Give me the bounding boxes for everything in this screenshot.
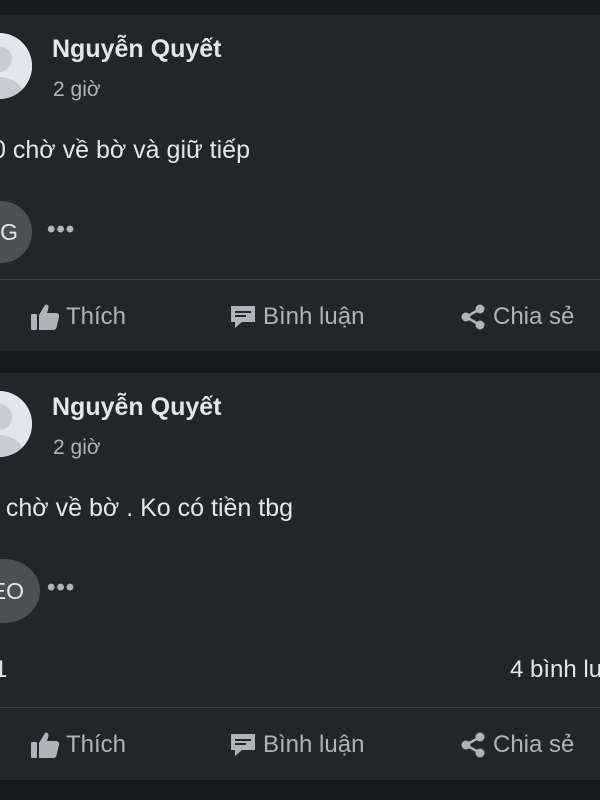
comment-bubble-icon — [231, 306, 255, 328]
reaction-count[interactable]: 1 — [0, 656, 7, 684]
action-bar: Thích Bình luận Chia sẻ — [0, 715, 600, 775]
author-name[interactable]: Nguyễn Quyết — [52, 393, 221, 422]
more-dots-icon[interactable]: ••• — [47, 216, 75, 244]
share-label: Chia sẻ — [493, 303, 575, 330]
post-time[interactable]: 2 giờ — [53, 436, 101, 460]
thumbs-up-icon — [31, 732, 60, 758]
like-button[interactable]: Thích — [30, 715, 126, 775]
comment-button[interactable]: Bình luận — [229, 715, 364, 775]
author-avatar[interactable] — [0, 391, 32, 457]
like-button[interactable]: Thích — [30, 287, 126, 347]
author-name[interactable]: Nguyễn Quyết — [52, 35, 221, 64]
share-icon — [461, 732, 485, 758]
reaction-user-chip[interactable]: G — [0, 201, 32, 263]
default-avatar-icon — [0, 33, 32, 99]
share-icon — [461, 304, 485, 330]
post-text: , chờ về bờ . Ko có tiền tbg — [0, 494, 294, 522]
like-label: Thích — [66, 303, 127, 330]
share-button[interactable]: Chia sẻ — [459, 715, 574, 775]
thumbs-up-icon — [31, 304, 60, 330]
default-avatar-icon — [0, 391, 32, 457]
news-feed: Nguyễn Quyết 2 giờ 0 chờ về bờ và giữ ti… — [0, 0, 600, 800]
post-card: Nguyễn Quyết 2 giờ 0 chờ về bờ và giữ ti… — [0, 15, 600, 351]
reaction-user-chip[interactable]: EO — [0, 559, 40, 623]
comment-bubble-icon — [231, 734, 255, 756]
divider — [0, 707, 600, 708]
post-text: 0 chờ về bờ và giữ tiếp — [0, 136, 250, 164]
like-label: Thích — [66, 731, 127, 758]
author-avatar[interactable] — [0, 33, 32, 99]
post-time[interactable]: 2 giờ — [53, 78, 101, 102]
comment-label: Bình luận — [263, 303, 365, 330]
post-card: Nguyễn Quyết 2 giờ , chờ về bờ . Ko có t… — [0, 373, 600, 780]
comment-count[interactable]: 4 bình lu — [510, 656, 600, 684]
share-button[interactable]: Chia sẻ — [459, 287, 574, 347]
share-label: Chia sẻ — [493, 731, 575, 758]
more-dots-icon[interactable]: ••• — [47, 574, 75, 602]
comment-button[interactable]: Bình luận — [229, 287, 364, 347]
action-bar: Thích Bình luận Chia sẻ — [0, 287, 600, 347]
comment-label: Bình luận — [263, 731, 365, 758]
divider — [0, 279, 600, 280]
